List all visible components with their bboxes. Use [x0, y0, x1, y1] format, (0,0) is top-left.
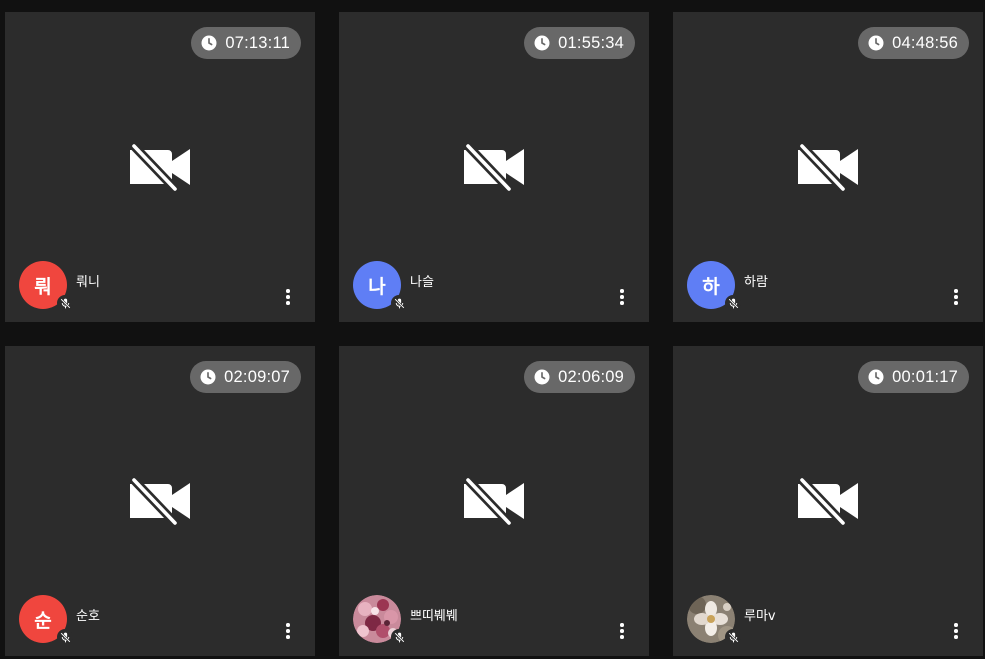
avatar: 하 — [687, 261, 741, 311]
session-time: 02:06:09 — [558, 367, 624, 386]
more-vert-icon[interactable] — [281, 288, 295, 306]
session-timer: 02:09:07 — [190, 361, 301, 393]
participant-tile-2[interactable]: 01:55:34 나 나슬 — [339, 12, 649, 322]
participant-tile-6[interactable]: 00:01:17 루마v — [673, 346, 983, 656]
session-time: 00:01:17 — [892, 367, 958, 386]
clock-icon — [201, 35, 217, 51]
participant-name: 나슬 — [410, 275, 434, 290]
participant-tile-4[interactable]: 02:09:07 순 순호 — [5, 346, 315, 656]
session-timer: 07:13:11 — [191, 27, 301, 59]
video-off-icon — [128, 142, 192, 192]
participant-tile-3[interactable]: 04:48:56 하 하람 — [673, 12, 983, 322]
participant-grid: 07:13:11 뤄 뤄니 01:55:34 나 나슬 04:48:56 하 하… — [0, 0, 985, 659]
video-off-icon — [128, 476, 192, 526]
video-off-icon — [796, 476, 860, 526]
mic-off-icon — [57, 629, 73, 645]
avatar: 뤄 — [19, 261, 73, 311]
avatar-initial: 뤄 — [34, 275, 52, 298]
participant-name: 쁘띠붸붸 — [410, 609, 458, 624]
session-timer: 02:06:09 — [524, 361, 635, 393]
mic-off-icon — [391, 629, 407, 645]
participant-name: 뤄니 — [76, 275, 100, 290]
session-time: 01:55:34 — [558, 33, 624, 52]
avatar-photo — [353, 595, 407, 645]
avatar-initial: 순 — [34, 609, 52, 632]
mic-off-icon — [57, 295, 73, 311]
session-timer: 01:55:34 — [524, 27, 635, 59]
avatar: 순 — [19, 595, 73, 645]
avatar-initial: 나 — [368, 275, 386, 298]
mic-off-icon — [725, 629, 741, 645]
avatar: 나 — [353, 261, 407, 311]
participant-name: 루마v — [744, 609, 776, 624]
more-vert-icon[interactable] — [615, 622, 629, 640]
mic-off-icon — [391, 295, 407, 311]
clock-icon — [868, 35, 884, 51]
clock-icon — [200, 369, 216, 385]
session-time: 02:09:07 — [224, 367, 290, 386]
session-timer: 04:48:56 — [858, 27, 969, 59]
more-vert-icon[interactable] — [949, 622, 963, 640]
avatar-initial: 하 — [702, 275, 720, 298]
session-time: 07:13:11 — [225, 33, 290, 52]
session-timer: 00:01:17 — [858, 361, 969, 393]
session-time: 04:48:56 — [892, 33, 958, 52]
participant-tile-1[interactable]: 07:13:11 뤄 뤄니 — [5, 12, 315, 322]
more-vert-icon[interactable] — [949, 288, 963, 306]
video-off-icon — [462, 142, 526, 192]
more-vert-icon[interactable] — [281, 622, 295, 640]
video-off-icon — [796, 142, 860, 192]
mic-off-icon — [725, 295, 741, 311]
video-off-icon — [462, 476, 526, 526]
clock-icon — [534, 369, 550, 385]
participant-tile-5[interactable]: 02:06:09 쁘띠붸붸 — [339, 346, 649, 656]
clock-icon — [534, 35, 550, 51]
more-vert-icon[interactable] — [615, 288, 629, 306]
avatar-photo — [687, 595, 741, 645]
participant-name: 순호 — [76, 609, 100, 624]
clock-icon — [868, 369, 884, 385]
participant-name: 하람 — [744, 275, 768, 290]
